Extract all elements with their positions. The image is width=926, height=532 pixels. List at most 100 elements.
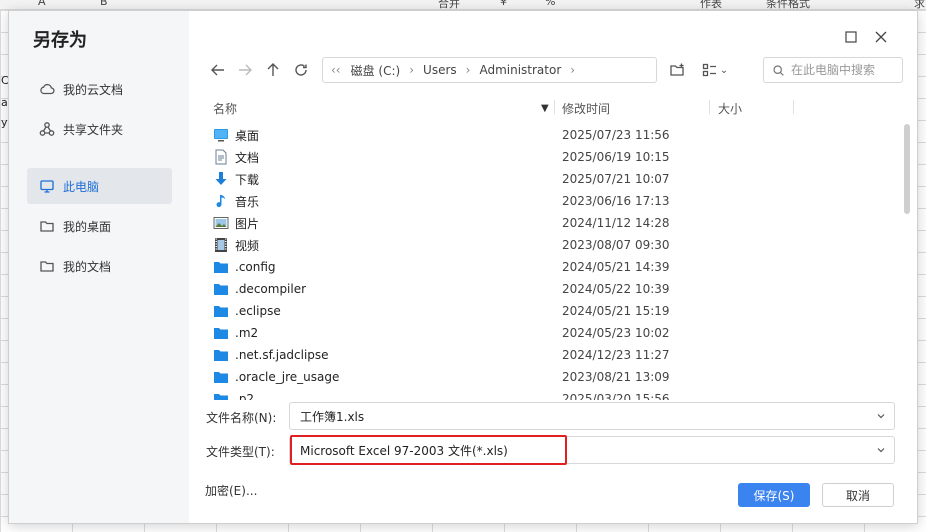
filetype-value: Microsoft Excel 97-2003 文件(*.xls) [300, 443, 508, 458]
encrypt-link[interactable]: 加密(E)... [205, 482, 257, 499]
column-divider[interactable] [793, 100, 794, 114]
up-button[interactable] [263, 60, 283, 80]
column-modified-label: 修改时间 [562, 101, 611, 116]
folder-icon [214, 372, 228, 383]
sort-desc-icon[interactable]: ▼ [541, 99, 549, 117]
bg-toolbar-item: 合并 [438, 0, 460, 10]
column-name-label: 名称 [213, 101, 238, 116]
folder-icon [214, 306, 228, 317]
maximize-button[interactable] [843, 29, 859, 45]
sidebar-item-label: 此电脑 [63, 179, 100, 194]
file-row[interactable]: .net.sf.jadclipse 2024/12/23 11:27 [209, 344, 905, 366]
sidebar-item-cloud-docs[interactable]: 我的云文档 [27, 71, 172, 107]
breadcrumb-separator-icon: › [409, 63, 415, 77]
bg-toolbar-item: % [545, 0, 556, 8]
file-name: 文档 [235, 150, 260, 165]
chevron-down-icon[interactable] [876, 411, 886, 421]
sidebar-item-label: 我的云文档 [63, 82, 124, 97]
file-date: 2023/08/07 09:30 [562, 238, 670, 252]
forward-button[interactable] [235, 60, 255, 80]
column-header-modified[interactable]: 修改时间 [562, 99, 610, 117]
document-icon [215, 149, 227, 165]
column-divider[interactable] [709, 100, 710, 114]
file-name: .m2 [235, 326, 259, 340]
file-date: 2024/05/23 10:02 [562, 326, 670, 340]
search-input[interactable] [791, 63, 901, 77]
sidebar: 另存为 我的云文档 共享文件夹 此电脑 我的桌面 我的文档 [9, 11, 189, 523]
maximize-icon [845, 31, 857, 43]
music-icon [216, 195, 225, 208]
sidebar-item-shared-folder[interactable]: 共享文件夹 [27, 111, 172, 147]
dialog-title: 另存为 [33, 30, 87, 51]
sidebar-item-this-pc[interactable]: 此电脑 [27, 168, 172, 204]
filename-field[interactable]: 工作簿1.xls [289, 402, 895, 430]
chevron-down-icon[interactable] [876, 445, 886, 455]
file-row[interactable]: 桌面 2025/07/23 11:56 [209, 124, 905, 146]
column-divider[interactable] [554, 100, 555, 114]
file-date: 2024/05/21 14:39 [562, 260, 670, 274]
file-row[interactable]: .decompiler 2024/05/22 10:39 [209, 278, 905, 300]
folder-icon [214, 328, 228, 339]
file-row[interactable]: .eclipse 2024/05/21 15:19 [209, 300, 905, 322]
file-name: .p2 [235, 392, 255, 400]
arrow-up-icon [267, 63, 279, 76]
file-date: 2023/08/21 13:09 [562, 370, 670, 384]
breadcrumb-drive[interactable]: 磁盘 (C:) [351, 62, 401, 79]
background-toolbar: A B 合并 ¥ % 作表 条件格式 求 [0, 0, 926, 10]
file-date: 2024/05/22 10:39 [562, 282, 670, 296]
refresh-button[interactable] [291, 60, 311, 80]
file-name: 下载 [235, 172, 260, 187]
folder-icon [214, 262, 228, 273]
folder-icon [39, 258, 55, 274]
sidebar-item-my-documents[interactable]: 我的文档 [27, 248, 172, 284]
arrow-right-icon [239, 64, 252, 76]
file-date: 2024/05/21 15:19 [562, 304, 670, 318]
filename-label: 文件名称(N): [206, 411, 277, 425]
download-icon [215, 172, 227, 185]
file-row[interactable]: 音乐 2023/06/16 17:13 [209, 190, 905, 212]
file-row[interactable]: 文档 2025/06/19 10:15 [209, 146, 905, 168]
file-date: 2025/07/23 11:56 [562, 128, 670, 142]
file-name: 桌面 [235, 128, 260, 143]
file-row[interactable]: .config 2024/05/21 14:39 [209, 256, 905, 278]
file-row[interactable]: .p2 2025/03/20 15:56 [209, 388, 905, 400]
filetype-select[interactable]: Microsoft Excel 97-2003 文件(*.xls) [289, 436, 895, 464]
bg-toolbar-item: B [100, 0, 108, 8]
file-date: 2024/12/23 11:27 [562, 348, 670, 362]
breadcrumb-administrator[interactable]: Administrator [479, 63, 561, 77]
search-box[interactable] [763, 57, 903, 83]
column-header-name[interactable]: 名称 [213, 99, 237, 117]
filename-value: 工作簿1.xls [300, 409, 365, 424]
new-folder-button[interactable] [667, 60, 687, 80]
view-mode-button[interactable]: ⌄ [699, 60, 731, 80]
file-row[interactable]: .oracle_jre_usage 2023/08/21 13:09 [209, 366, 905, 388]
file-name: .net.sf.jadclipse [235, 348, 329, 362]
monitor-icon [39, 178, 55, 194]
new-folder-icon [670, 63, 684, 76]
file-date: 2025/07/21 10:07 [562, 172, 670, 186]
cancel-button[interactable]: 取消 [822, 483, 894, 507]
file-row[interactable]: 视频 2023/08/07 09:30 [209, 234, 905, 256]
file-row[interactable]: 下载 2025/07/21 10:07 [209, 168, 905, 190]
bg-toolbar-item: 求 [914, 0, 925, 10]
video-icon [215, 238, 227, 252]
breadcrumb-separator-icon: › [465, 63, 471, 77]
breadcrumb-separator-icon: › [570, 63, 576, 77]
chevron-down-icon: ⌄ [719, 64, 729, 76]
breadcrumb-users[interactable]: Users [423, 63, 457, 77]
file-list-scrollbar[interactable] [904, 124, 910, 214]
folder-icon [214, 394, 228, 400]
file-name: 音乐 [235, 194, 260, 209]
file-row[interactable]: .m2 2024/05/23 10:02 [209, 322, 905, 344]
file-row[interactable]: 图片 2024/11/12 14:28 [209, 212, 905, 234]
file-name: .config [235, 260, 276, 274]
back-button[interactable] [208, 60, 228, 80]
save-button[interactable]: 保存(S) [738, 483, 810, 507]
save-as-dialog: 另存为 我的云文档 共享文件夹 此电脑 我的桌面 我的文档 ‹‹ 磁盘 (C:)… [8, 10, 918, 524]
folder-icon [39, 218, 55, 234]
view-list-icon [702, 63, 716, 77]
sidebar-item-my-desktop[interactable]: 我的桌面 [27, 208, 172, 244]
address-bar[interactable]: ‹‹ 磁盘 (C:) › Users › Administrator › [322, 57, 657, 83]
close-button[interactable] [873, 29, 889, 45]
column-header-size[interactable]: 大小 [718, 99, 742, 117]
